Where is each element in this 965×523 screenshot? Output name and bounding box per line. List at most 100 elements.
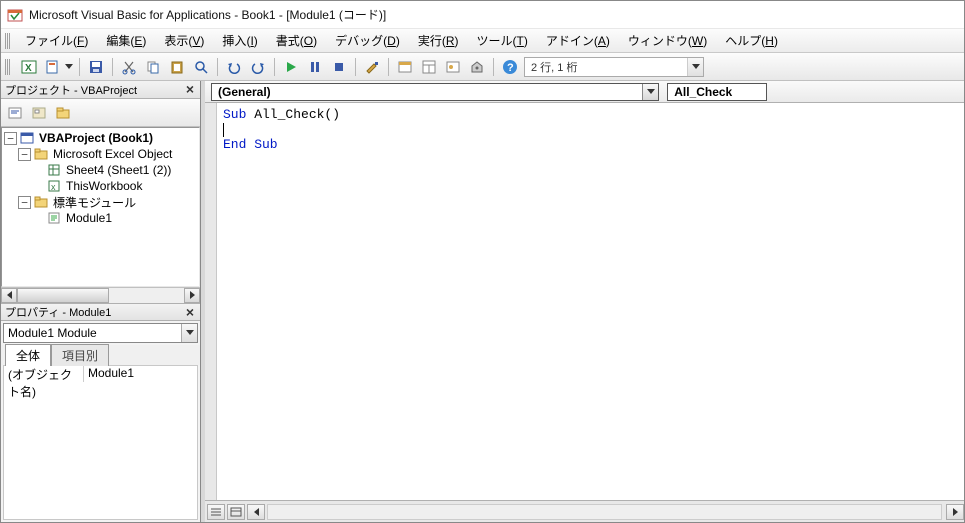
procedure-view-icon[interactable] bbox=[207, 504, 225, 520]
object-combo-text: (General) bbox=[212, 85, 642, 99]
tab-categorized[interactable]: 項目別 bbox=[51, 344, 109, 366]
toolbox-icon[interactable] bbox=[467, 57, 487, 77]
project-explorer-icon[interactable] bbox=[395, 57, 415, 77]
tree-excel-objects[interactable]: − Microsoft Excel Object bbox=[2, 146, 199, 162]
keyword-sub: Sub bbox=[223, 107, 246, 122]
find-icon[interactable] bbox=[191, 57, 211, 77]
code-bottom-bar bbox=[205, 500, 964, 522]
menu-view[interactable]: 表示(V) bbox=[156, 30, 212, 51]
undo-icon[interactable] bbox=[224, 57, 244, 77]
insert-dropdown-icon[interactable] bbox=[65, 64, 73, 69]
copy-icon[interactable] bbox=[143, 57, 163, 77]
menu-format[interactable]: 書式(O) bbox=[268, 30, 325, 51]
project-tree[interactable]: − VBAProject (Book1) − Microsoft Excel O… bbox=[1, 127, 200, 287]
save-icon[interactable] bbox=[86, 57, 106, 77]
folder-icon bbox=[33, 194, 49, 210]
sheet-icon bbox=[46, 162, 62, 178]
object-combo[interactable]: (General) bbox=[211, 83, 659, 101]
hscroll-track[interactable] bbox=[267, 504, 942, 520]
toolbar-handle[interactable] bbox=[5, 59, 11, 75]
paste-icon[interactable] bbox=[167, 57, 187, 77]
menu-tools[interactable]: ツール(T) bbox=[469, 30, 536, 51]
break-icon[interactable] bbox=[305, 57, 325, 77]
properties-pane-close-icon[interactable]: × bbox=[182, 304, 198, 320]
view-code-icon[interactable] bbox=[5, 103, 25, 123]
menu-run[interactable]: 実行(R) bbox=[410, 30, 467, 51]
menu-addins[interactable]: アドイン(A) bbox=[538, 30, 618, 51]
design-mode-icon[interactable] bbox=[362, 57, 382, 77]
tab-alphabetic[interactable]: 全体 bbox=[5, 344, 51, 366]
svg-text:X: X bbox=[25, 63, 32, 74]
module-icon bbox=[46, 210, 62, 226]
combo-dropdown-icon[interactable] bbox=[181, 324, 197, 342]
tree-sheet[interactable]: Sheet4 (Sheet1 (2)) bbox=[2, 162, 199, 178]
hscroll-right-icon[interactable] bbox=[946, 504, 964, 520]
tree-workbook-label: ThisWorkbook bbox=[64, 179, 144, 193]
project-pane-title: プロジェクト - VBAProject × bbox=[1, 81, 200, 99]
object-browser-icon[interactable] bbox=[443, 57, 463, 77]
tree-sheet-label: Sheet4 (Sheet1 (2)) bbox=[64, 163, 173, 177]
properties-grid[interactable]: (オブジェクト名) Module1 bbox=[3, 365, 198, 521]
position-box: 2 行, 1 桁 bbox=[524, 57, 704, 77]
tree-workbook[interactable]: x ThisWorkbook bbox=[2, 178, 199, 194]
help-icon[interactable]: ? bbox=[500, 57, 520, 77]
menu-file[interactable]: ファイル(F) bbox=[17, 30, 96, 51]
tree-root-label: VBAProject (Book1) bbox=[37, 131, 155, 145]
menubar-handle[interactable] bbox=[5, 33, 11, 49]
properties-window-icon[interactable] bbox=[419, 57, 439, 77]
project-toolbar bbox=[1, 99, 200, 127]
cut-icon[interactable] bbox=[119, 57, 139, 77]
code-gutter bbox=[205, 103, 217, 500]
toggle-folders-icon[interactable] bbox=[53, 103, 73, 123]
menu-help[interactable]: ヘルプ(H) bbox=[717, 30, 786, 51]
scroll-thumb[interactable] bbox=[17, 288, 109, 303]
menu-window[interactable]: ウィンドウ(W) bbox=[620, 30, 715, 51]
reset-icon[interactable] bbox=[329, 57, 349, 77]
tree-module1-label: Module1 bbox=[64, 211, 114, 225]
code-editor[interactable]: Sub All_Check() End Sub bbox=[205, 103, 964, 500]
titlebar: Microsoft Visual Basic for Applications … bbox=[1, 1, 964, 29]
menu-insert[interactable]: 挿入(I) bbox=[214, 30, 265, 51]
scroll-track[interactable] bbox=[17, 288, 184, 303]
menu-debug[interactable]: デバッグ(D) bbox=[327, 30, 408, 51]
properties-object-combo[interactable]: Module1 Module bbox=[3, 323, 198, 343]
tree-std-modules[interactable]: − 標準モジュール bbox=[2, 194, 199, 210]
tree-std-modules-label: 標準モジュール bbox=[51, 194, 138, 211]
scroll-right-icon[interactable] bbox=[184, 288, 200, 303]
code-text[interactable]: Sub All_Check() End Sub bbox=[217, 103, 964, 500]
app-icon bbox=[7, 7, 23, 23]
full-module-view-icon[interactable] bbox=[227, 504, 245, 520]
property-row[interactable]: (オブジェクト名) Module1 bbox=[4, 366, 197, 382]
property-name: (オブジェクト名) bbox=[4, 366, 84, 382]
scroll-left-icon[interactable] bbox=[1, 288, 17, 303]
svg-text:?: ? bbox=[507, 62, 514, 74]
project-pane-close-icon[interactable]: × bbox=[182, 81, 198, 97]
tree-root[interactable]: − VBAProject (Book1) bbox=[2, 130, 199, 146]
menu-edit[interactable]: 編集(E) bbox=[98, 30, 154, 51]
properties-pane-title-text: プロパティ - Module1 bbox=[5, 304, 111, 320]
properties-pane-title: プロパティ - Module1 × bbox=[1, 303, 200, 321]
view-object-icon[interactable] bbox=[29, 103, 49, 123]
property-value[interactable]: Module1 bbox=[84, 366, 197, 382]
cursor-position: 2 行, 1 桁 bbox=[525, 59, 687, 75]
object-procedure-bar: (General) All_Check bbox=[205, 81, 964, 103]
window-title: Microsoft Visual Basic for Applications … bbox=[29, 6, 386, 23]
procedure-combo[interactable]: All_Check bbox=[667, 83, 767, 101]
text-cursor bbox=[223, 123, 224, 137]
redo-icon[interactable] bbox=[248, 57, 268, 77]
folder-icon bbox=[33, 146, 49, 162]
svg-text:x: x bbox=[51, 182, 56, 192]
excel-icon[interactable]: X bbox=[19, 57, 39, 77]
project-icon bbox=[19, 130, 35, 146]
position-dropdown-icon[interactable] bbox=[687, 58, 703, 76]
properties-tabs: 全体 項目別 bbox=[1, 345, 200, 365]
tree-module1[interactable]: Module1 bbox=[2, 210, 199, 226]
hscroll-left-icon[interactable] bbox=[247, 504, 265, 520]
run-icon[interactable] bbox=[281, 57, 301, 77]
procedure-combo-text: All_Check bbox=[668, 85, 766, 99]
menubar: ファイル(F) 編集(E) 表示(V) 挿入(I) 書式(O) デバッグ(D) … bbox=[1, 29, 964, 53]
project-hscroll[interactable] bbox=[1, 287, 200, 303]
toolbar: X ? 2 行, 1 桁 bbox=[1, 53, 964, 81]
insert-module-icon[interactable] bbox=[43, 57, 63, 77]
object-combo-dropdown-icon[interactable] bbox=[642, 84, 658, 100]
